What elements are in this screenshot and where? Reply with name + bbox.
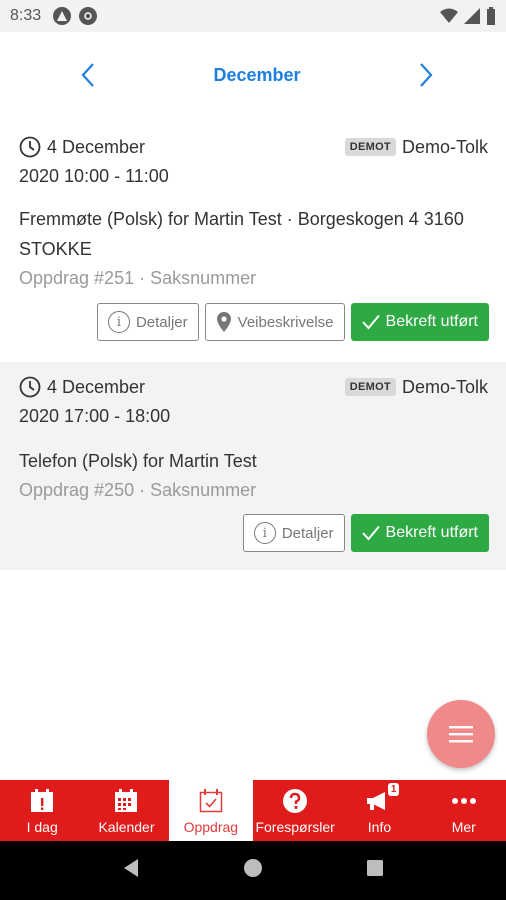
assignment-title: Fremmøte (Polsk) for Martin Test · Borge… <box>19 209 464 259</box>
assignment-subtitle: Oppdrag #251 · Saksnummer <box>19 268 257 288</box>
status-bar: 8:33 <box>0 0 506 32</box>
tab-label: Mer <box>451 818 476 835</box>
tab-more[interactable]: Mer <box>422 780 506 841</box>
info-icon: i <box>107 311 130 333</box>
recents-button[interactable] <box>366 859 384 882</box>
details-label: Detaljer <box>281 524 334 542</box>
tolk-badge: DEMOT <box>344 378 396 396</box>
details-button[interactable]: i Detaljer <box>96 303 199 341</box>
directions-label: Veibeskrivelse <box>237 313 334 331</box>
month-title: December <box>213 64 301 85</box>
system-navigation-bar <box>0 841 506 900</box>
month-navigation: December <box>0 32 506 118</box>
location-pin-icon <box>216 312 231 332</box>
back-triangle-icon <box>123 859 138 877</box>
checkmark-icon <box>361 525 380 541</box>
tab-label: I dag <box>26 818 58 835</box>
home-circle-icon <box>243 859 262 877</box>
today-icon <box>28 787 56 815</box>
assignment-icon <box>197 787 225 815</box>
chevron-left-icon <box>81 63 94 87</box>
question-icon <box>281 787 309 815</box>
notification-badge: 1 <box>387 782 400 796</box>
assignment-card[interactable]: 4 December DEMOT Demo-Tolk 2020 17:00 - … <box>0 362 506 570</box>
notification-at-icon <box>79 7 98 25</box>
notification-a-icon <box>53 7 72 25</box>
assignment-time: 2020 17:00 - 18:00 <box>19 406 171 426</box>
more-icon <box>450 787 478 815</box>
details-label: Detaljer <box>135 313 188 331</box>
assignment-date: 4 December <box>47 136 146 157</box>
confirm-done-button[interactable]: Bekreft utført <box>350 303 489 341</box>
wifi-icon <box>440 8 458 23</box>
assignment-title: Telefon (Polsk) for Martin Test <box>19 451 257 471</box>
tab-info[interactable]: 1 Info <box>337 780 421 841</box>
checkmark-icon <box>361 314 380 330</box>
megaphone-icon: 1 <box>365 782 400 815</box>
assignment-card[interactable]: 4 December DEMOT Demo-Tolk 2020 10:00 - … <box>0 122 506 354</box>
assignment-time: 2020 10:00 - 11:00 <box>19 166 169 186</box>
tab-label: Forespørsler <box>255 818 335 835</box>
assignment-date: 4 December <box>47 376 146 397</box>
tab-label: Oppdrag <box>183 818 239 835</box>
next-month-button[interactable] <box>412 59 440 91</box>
directions-button[interactable]: Veibeskrivelse <box>204 303 345 341</box>
tab-calendar[interactable]: Kalender <box>84 780 168 841</box>
confirm-done-label: Bekreft utført <box>385 524 478 541</box>
confirm-done-button[interactable]: Bekreft utført <box>350 514 489 552</box>
tab-label: Info <box>367 818 392 835</box>
tolk-name: Demo-Tolk <box>401 136 488 157</box>
tolk-name: Demo-Tolk <box>401 376 488 397</box>
home-button[interactable] <box>243 858 263 883</box>
clock-icon <box>19 136 41 158</box>
previous-month-button[interactable] <box>74 59 102 91</box>
back-button[interactable] <box>122 858 140 883</box>
confirm-done-label: Bekreft utført <box>385 313 478 330</box>
status-time: 8:33 <box>10 7 42 24</box>
tab-assignments[interactable]: Oppdrag <box>168 780 253 841</box>
recents-square-icon <box>367 860 384 876</box>
bottom-tab-bar: I dag Kalender Oppdrag Forespørsler 1 In… <box>0 780 506 841</box>
tab-label: Kalender <box>98 818 155 835</box>
assignment-subtitle: Oppdrag #250 · Saksnummer <box>19 480 257 500</box>
tolk-badge: DEMOT <box>344 138 396 156</box>
details-button[interactable]: i Detaljer <box>242 514 345 552</box>
hamburger-menu-icon <box>449 726 473 743</box>
menu-fab-button[interactable] <box>427 700 495 768</box>
info-icon: i <box>253 522 276 544</box>
tab-today[interactable]: I dag <box>0 780 84 841</box>
calendar-icon <box>112 787 140 815</box>
battery-icon <box>487 7 495 25</box>
tab-requests[interactable]: Forespørsler <box>253 780 337 841</box>
signal-icon <box>464 8 480 24</box>
clock-icon <box>19 376 41 398</box>
chevron-right-icon <box>420 63 433 87</box>
